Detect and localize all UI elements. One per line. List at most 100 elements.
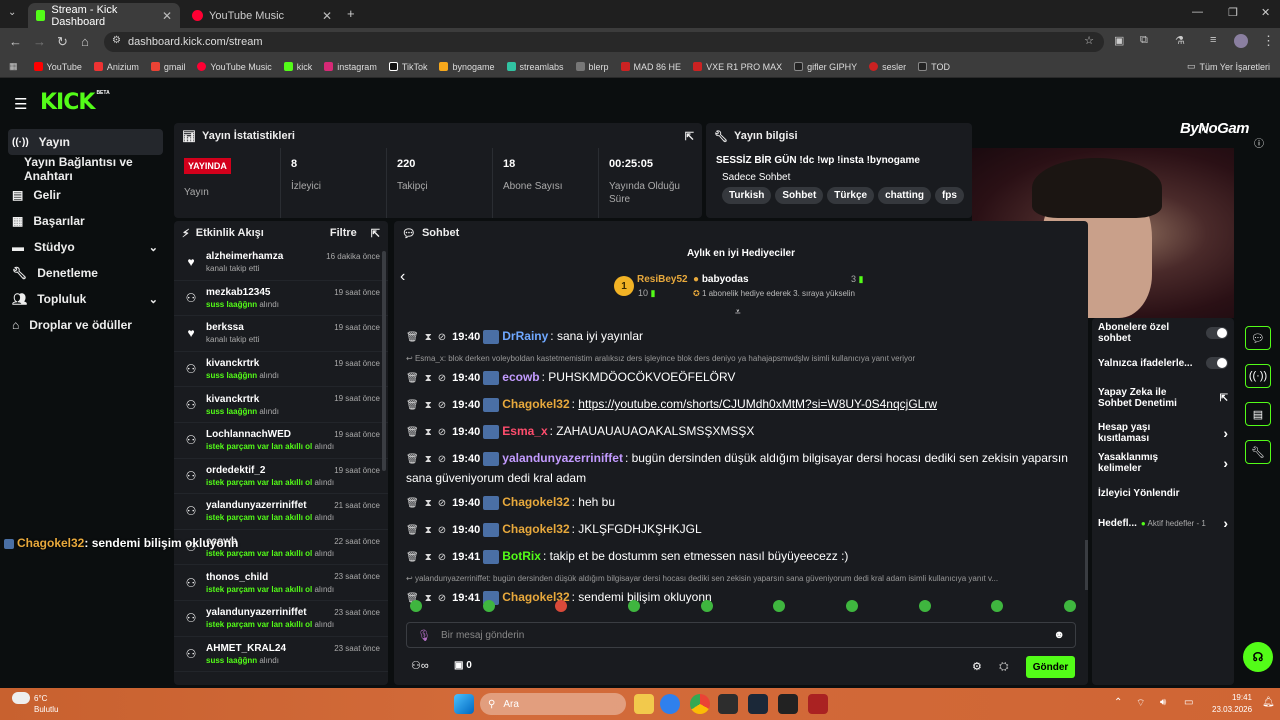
bookmark-vxe[interactable]: VXE R1 PRO MAX bbox=[693, 62, 782, 72]
sidebar-item-basarilar[interactable]: ▦ Başarılar bbox=[0, 208, 172, 234]
pepe-chat-icon[interactable] bbox=[1063, 600, 1076, 612]
chat-message[interactable]: 🗑︎ ⧗ ⊘ 19:40 DrRainy: sana iyi yayınlar bbox=[406, 327, 1076, 347]
chat-username[interactable]: DrRainy bbox=[502, 329, 548, 343]
bookmark-tiktok[interactable]: TikTok bbox=[388, 62, 427, 72]
activity-username[interactable]: ordedektif_2 bbox=[206, 465, 334, 476]
timeout-icon[interactable]: ⧗ bbox=[425, 525, 432, 536]
bookmark-giphy[interactable]: gifler GIPHY bbox=[794, 62, 857, 72]
activity-item[interactable]: ⚇ thonos_child istek parçam var lan akıl… bbox=[174, 565, 388, 601]
ban-icon[interactable]: ⊘ bbox=[438, 454, 446, 465]
soccer-icon[interactable] bbox=[845, 600, 858, 612]
delete-icon[interactable]: 🗑︎ bbox=[406, 427, 419, 438]
sidebar-item-stream-key[interactable]: Yayın Bağlantısı ve Anahtarı bbox=[0, 155, 172, 183]
taskbar-search[interactable]: ⚲ Ara bbox=[480, 693, 626, 715]
bookmark-mad86he[interactable]: MAD 86 HE bbox=[620, 62, 681, 72]
files-icon[interactable] bbox=[718, 694, 738, 714]
bookmark-instagram[interactable]: instagram bbox=[324, 62, 377, 72]
collapse-gifters-icon[interactable]: ⩡ bbox=[735, 307, 741, 318]
chat-popout-icon[interactable]: 💬︎ bbox=[1245, 326, 1271, 350]
activity-username[interactable]: kivanckrtrk bbox=[206, 358, 279, 369]
support-icon[interactable]: ☊ bbox=[1243, 642, 1273, 672]
steam-icon[interactable] bbox=[748, 694, 768, 714]
channel-points[interactable]: ▣ 0 bbox=[454, 660, 472, 671]
mod-tools-icon[interactable]: ⛭ bbox=[999, 659, 1009, 674]
forward-icon[interactable]: → bbox=[33, 34, 46, 49]
volume-icon[interactable]: 🔊︎ bbox=[1160, 697, 1166, 708]
toggle-switch[interactable] bbox=[1206, 327, 1228, 339]
bookmark-blerp[interactable]: blerp bbox=[575, 62, 609, 72]
chrome-icon[interactable] bbox=[690, 694, 710, 714]
new-tab-icon[interactable]: + bbox=[347, 6, 355, 21]
bookmark-youtube-music[interactable]: YouTube Music bbox=[197, 62, 272, 72]
chat-input[interactable]: 🎙︎ Bir mesaj gönderin ☻ bbox=[406, 622, 1076, 648]
chat-setting-item[interactable]: Hedefl... ● Aktif hedefler - 1 › bbox=[1098, 508, 1228, 538]
emoji-picker-icon[interactable]: ☻ bbox=[1053, 629, 1065, 641]
ban-icon[interactable]: ⊘ bbox=[438, 400, 446, 411]
tab-search-icon[interactable]: ⌄ bbox=[8, 7, 16, 18]
bookmark-streamlabs[interactable]: streamlabs bbox=[506, 62, 564, 72]
activity-item[interactable]: ⚇ AHMET_KRAL24 suss laağğnn alındı 23 sa… bbox=[174, 637, 388, 673]
globe-icon[interactable] bbox=[918, 600, 931, 612]
tray-overflow-icon[interactable]: ⌃ bbox=[1114, 697, 1122, 708]
activity-item[interactable]: ♥ alzheimerhamza kanalı takip etti 16 da… bbox=[174, 245, 388, 281]
chat-username[interactable]: Chagokel32 bbox=[502, 522, 569, 536]
activity-scrollbar[interactable] bbox=[382, 251, 386, 471]
ban-icon[interactable]: ⊘ bbox=[438, 525, 446, 536]
sidebar-item-denetleme[interactable]: 🔧︎ Denetleme bbox=[0, 260, 172, 286]
chat-setting-item[interactable]: İzleyici Yönlendir bbox=[1098, 478, 1228, 508]
activity-username[interactable]: LochlannachWED bbox=[206, 429, 334, 440]
timeout-icon[interactable]: ⧗ bbox=[425, 400, 432, 411]
chat-username[interactable]: Esma_x bbox=[502, 424, 547, 438]
menu-kebab-icon[interactable]: ⋮ bbox=[1262, 33, 1275, 49]
ban-icon[interactable]: ⊘ bbox=[438, 427, 446, 438]
popout-icon[interactable]: ⇱ bbox=[371, 227, 380, 240]
chat-username[interactable]: yalandunyazerriniffet bbox=[502, 451, 623, 465]
chat-message[interactable]: 🗑︎ ⧗ ⊘ 19:40 Chagokel32: https://youtube.com… bbox=[406, 395, 1076, 415]
reply-context[interactable]: ↩ yalandunyazerriniffet: bugün dersinden… bbox=[406, 574, 1076, 586]
extensions-icon[interactable]: ⧉ bbox=[1140, 34, 1148, 47]
tab-youtube-music[interactable]: YouTube Music ✕ bbox=[184, 3, 340, 28]
bookmark-tod[interactable]: TOD bbox=[918, 62, 950, 72]
cup-icon[interactable] bbox=[991, 600, 1004, 612]
info-icon[interactable]: ⓘ bbox=[1254, 135, 1264, 150]
chat-message[interactable]: 🗑︎ ⧗ ⊘ 19:40 Chagokel32: JKLŞFGDHJKŞHKJGL bbox=[406, 520, 1076, 540]
activity-item[interactable]: ⚇ kivanckrtrk suss laağğnn alındı 19 saa… bbox=[174, 387, 388, 423]
chat-setting-item[interactable]: Yapay Zeka ile Sohbet Denetimi ⇱ bbox=[1098, 378, 1228, 418]
chat-message[interactable]: 🗑︎ ⧗ ⊘ 19:40 yalandunyazerriniffet: bugün de… bbox=[406, 449, 1076, 487]
close-window-icon[interactable]: ✕ bbox=[1261, 6, 1270, 19]
delete-icon[interactable]: 🗑︎ bbox=[406, 498, 419, 509]
gifters-prev-icon[interactable]: ‹ bbox=[400, 268, 405, 286]
activity-username[interactable]: berkssa bbox=[206, 322, 259, 333]
chat-setting-item[interactable]: Yalnızca ifadelerle... bbox=[1098, 348, 1228, 378]
battery-icon[interactable]: ▭ bbox=[1184, 697, 1193, 708]
media-icon[interactable]: ≡ bbox=[1210, 34, 1216, 46]
chat-username[interactable]: ecowb bbox=[502, 370, 539, 384]
pepe-icon[interactable] bbox=[482, 600, 495, 612]
filter-button[interactable]: Filtre bbox=[330, 227, 357, 239]
sidebar-item-yayin[interactable]: ((·)) Yayın bbox=[8, 129, 163, 155]
toggle-switch[interactable] bbox=[1206, 357, 1228, 369]
close-tab-icon[interactable]: ✕ bbox=[162, 9, 172, 23]
timeout-icon[interactable]: ⧗ bbox=[425, 498, 432, 509]
activity-username[interactable]: thonos_child bbox=[206, 572, 334, 583]
chat-setting-item[interactable]: Yasaklanmış kelimeler › bbox=[1098, 448, 1228, 478]
clock[interactable]: 19:41 23.03.2026 bbox=[1212, 693, 1252, 714]
chat-username[interactable]: Chagokel32 bbox=[502, 397, 569, 411]
home-icon[interactable]: ⌂ bbox=[81, 34, 89, 49]
timeout-icon[interactable]: ⧗ bbox=[425, 332, 432, 343]
screenshot-icon[interactable]: ▣ bbox=[1114, 34, 1124, 47]
delete-icon[interactable]: 🗑︎ bbox=[406, 400, 419, 411]
ban-icon[interactable]: ⊘ bbox=[438, 373, 446, 384]
ban-icon[interactable]: ⊘ bbox=[438, 552, 446, 563]
activity-username[interactable]: yalandunyazerriniffet bbox=[206, 500, 334, 511]
bookmark-anizium[interactable]: Anizium bbox=[93, 62, 139, 72]
activity-username[interactable]: kivanckrtrk bbox=[206, 394, 279, 405]
activity-username[interactable]: alzheimerhamza bbox=[206, 251, 283, 262]
activity-item[interactable]: ⚇ kivanckrtrk suss laağğnn alındı 19 saa… bbox=[174, 352, 388, 388]
address-bar[interactable]: ⚙ dashboard.kick.com/stream ☆ bbox=[104, 32, 1104, 52]
weather-temp[interactable]: 6°C bbox=[34, 694, 47, 703]
epic-games-icon[interactable] bbox=[778, 694, 798, 714]
activity-username[interactable]: yalandunyazerriniffet bbox=[206, 607, 334, 618]
activity-item[interactable]: ♥ berkssa kanalı takip etti 19 saat önce bbox=[174, 316, 388, 352]
wrench-icon[interactable]: 🔧︎ bbox=[1245, 440, 1271, 464]
